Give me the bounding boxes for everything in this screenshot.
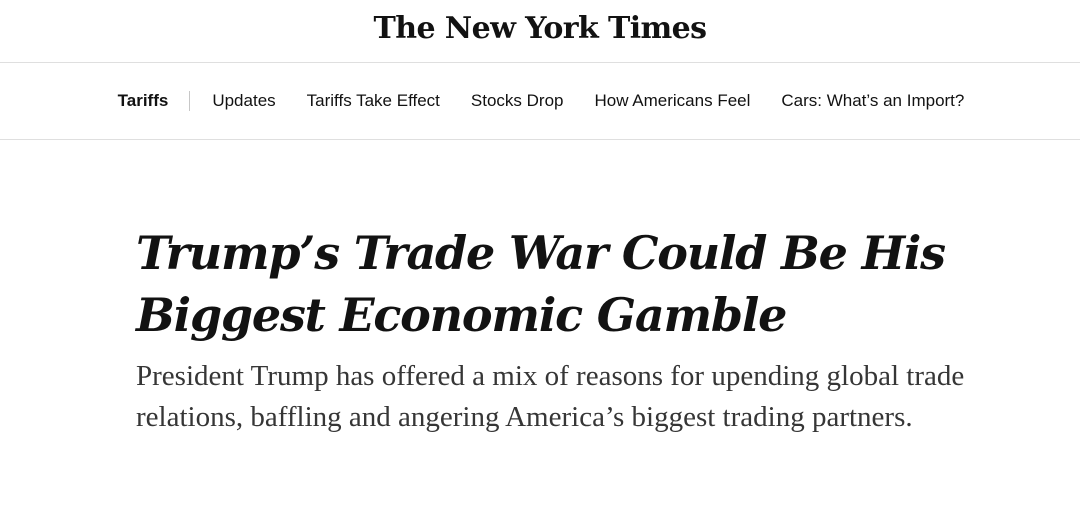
nyt-logo[interactable]: The New York Times: [374, 11, 708, 46]
masthead: The New York Times: [0, 0, 1080, 63]
nav-item-tariffs[interactable]: Tariffs: [118, 91, 190, 111]
section-nav: Tariffs Updates Tariffs Take Effect Stoc…: [0, 63, 1080, 140]
nav-item-stocks-drop[interactable]: Stocks Drop: [471, 91, 564, 111]
nav-item-how-americans-feel[interactable]: How Americans Feel: [595, 91, 751, 111]
nav-item-cars-whats-an-import[interactable]: Cars: What’s an Import?: [781, 91, 964, 111]
article-header: Trump’s Trade War Could Be His Biggest E…: [136, 222, 1016, 438]
section-nav-list: Tariffs Updates Tariffs Take Effect Stoc…: [118, 91, 964, 111]
nav-item-updates[interactable]: Updates: [212, 91, 275, 111]
nav-item-tariffs-take-effect[interactable]: Tariffs Take Effect: [307, 91, 440, 111]
nav-divider: [189, 91, 191, 111]
article-summary: President Trump has offered a mix of rea…: [136, 360, 965, 433]
article-headline: Trump’s Trade War Could Be His Biggest E…: [136, 226, 946, 342]
